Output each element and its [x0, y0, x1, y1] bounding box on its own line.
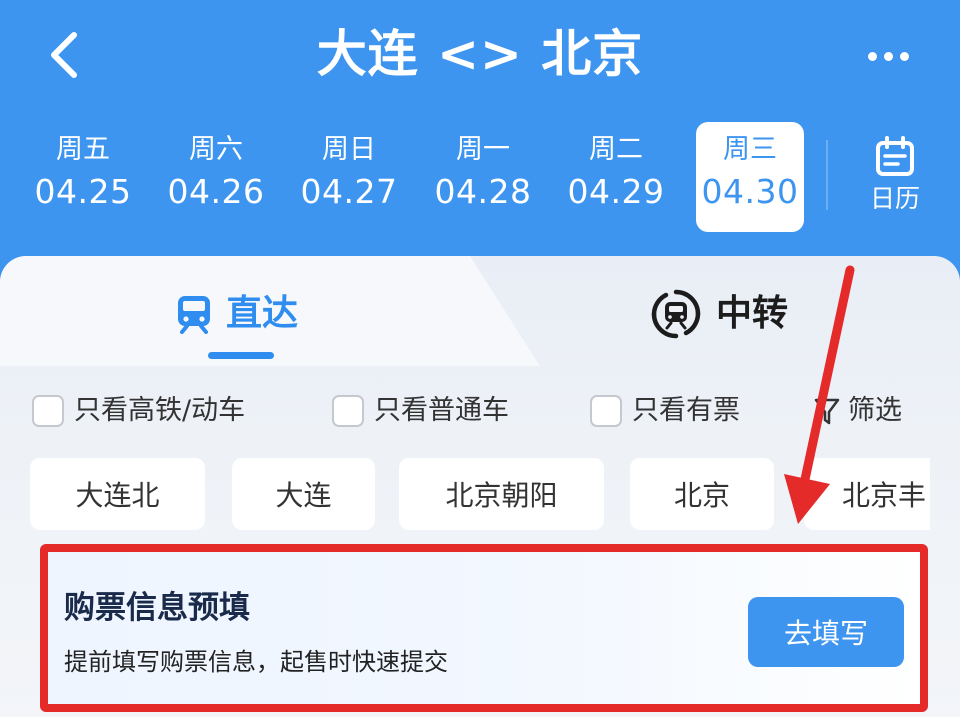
date-value: 04.30: [701, 172, 799, 211]
tab-transfer[interactable]: 中转: [650, 284, 788, 344]
calendar-label: 日历: [869, 184, 920, 213]
calendar-icon: [876, 136, 914, 176]
tab-direct[interactable]: 直达: [176, 284, 298, 344]
date-weekday: 周日: [322, 134, 376, 165]
date-value: 04.26: [167, 172, 265, 211]
transfer-train-icon: [651, 289, 701, 339]
prefill-title: 购票信息预填: [64, 590, 250, 626]
date-weekday: 周二: [589, 134, 643, 165]
station-chip[interactable]: 北京朝阳: [399, 458, 604, 530]
prefill-description: 提前填写购票信息，起售时快速提交: [64, 648, 448, 676]
screen-label: 筛选: [848, 395, 902, 426]
filter-funnel-icon: [814, 398, 840, 425]
train-icon: [178, 296, 210, 334]
checkbox[interactable]: [590, 395, 622, 427]
filter-label: 只看高铁/动车: [74, 395, 246, 426]
date-item[interactable]: 周一 04.28: [429, 122, 537, 232]
calendar-button[interactable]: 日历: [852, 136, 938, 222]
more-button[interactable]: [858, 36, 918, 76]
date-value: 04.28: [434, 172, 532, 211]
station-chip[interactable]: 大连北: [30, 458, 205, 530]
fill-in-button[interactable]: 去填写: [748, 597, 904, 667]
filter-available-tickets[interactable]: 只看有票: [590, 388, 740, 434]
date-item-selected[interactable]: 周三 04.30: [696, 122, 804, 232]
date-value: 04.25: [34, 172, 132, 211]
date-weekday: 周六: [189, 134, 243, 165]
date-item[interactable]: 周二 04.29: [562, 122, 670, 232]
route-title: 大连 <> 北京: [316, 25, 644, 83]
checkbox[interactable]: [332, 395, 364, 427]
checkbox[interactable]: [32, 395, 64, 427]
date-selector: 周五 04.25 周六 04.26 周日 04.27 周一 04.28 周二 0…: [0, 122, 960, 232]
date-value: 04.29: [567, 172, 665, 211]
tab-direct-label: 直达: [226, 293, 299, 334]
ticket-prefill-card: 购票信息预填 提前填写购票信息，起售时快速提交 去填写: [40, 544, 928, 712]
date-weekday: 周三: [723, 134, 777, 165]
more-dots-icon: [867, 51, 877, 61]
station-chip[interactable]: 北京丰: [804, 458, 930, 530]
date-item[interactable]: 周六 04.26: [162, 122, 270, 232]
date-item[interactable]: 周日 04.27: [295, 122, 403, 232]
filter-label: 只看普通车: [374, 395, 509, 426]
active-tab-indicator: [208, 352, 274, 359]
more-dots-icon: [899, 51, 909, 61]
divider: [826, 140, 828, 210]
date-item[interactable]: 周五 04.25: [29, 122, 137, 232]
date-weekday: 周五: [56, 134, 110, 165]
filter-regular-train[interactable]: 只看普通车: [332, 388, 509, 434]
screen-button[interactable]: 筛选: [814, 388, 902, 434]
station-chip[interactable]: 大连: [232, 458, 375, 530]
filter-label: 只看有票: [632, 395, 740, 426]
filter-high-speed[interactable]: 只看高铁/动车: [32, 388, 245, 434]
date-value: 04.27: [300, 172, 398, 211]
more-dots-icon: [883, 51, 893, 61]
station-chip[interactable]: 北京: [630, 458, 774, 530]
date-weekday: 周一: [456, 134, 510, 165]
tab-transfer-label: 中转: [716, 293, 789, 334]
station-chips: 大连北 大连 北京朝阳 北京 北京丰: [30, 458, 930, 530]
